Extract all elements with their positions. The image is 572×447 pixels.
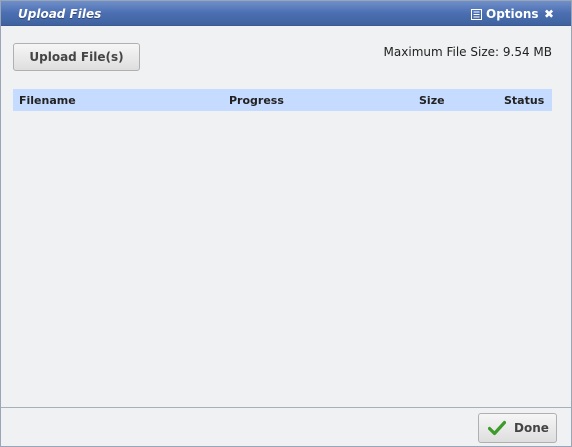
max-file-size-label: Maximum File Size: 9.54 MB bbox=[383, 45, 552, 59]
upload-files-dialog: Upload Files Options ✖ Upload File(s) Ma… bbox=[0, 0, 572, 447]
column-header-size[interactable]: Size bbox=[419, 94, 445, 107]
options-menu-button[interactable]: Options bbox=[471, 7, 539, 21]
column-header-filename[interactable]: Filename bbox=[19, 94, 76, 107]
list-icon bbox=[471, 8, 482, 20]
dialog-titlebar[interactable]: Upload Files Options ✖ bbox=[1, 1, 571, 26]
done-label: Done bbox=[514, 421, 549, 435]
file-grid-body bbox=[13, 111, 552, 401]
checkmark-icon bbox=[487, 420, 507, 436]
file-grid-header: Filename Progress Size Status bbox=[13, 89, 552, 111]
column-header-progress[interactable]: Progress bbox=[229, 94, 284, 107]
options-label: Options bbox=[486, 7, 539, 21]
dialog-title: Upload Files bbox=[18, 7, 102, 21]
footer-divider bbox=[1, 407, 571, 408]
upload-files-button[interactable]: Upload File(s) bbox=[13, 43, 140, 71]
close-icon[interactable]: ✖ bbox=[543, 7, 555, 21]
column-header-status[interactable]: Status bbox=[504, 94, 544, 107]
done-button[interactable]: Done bbox=[478, 413, 557, 443]
